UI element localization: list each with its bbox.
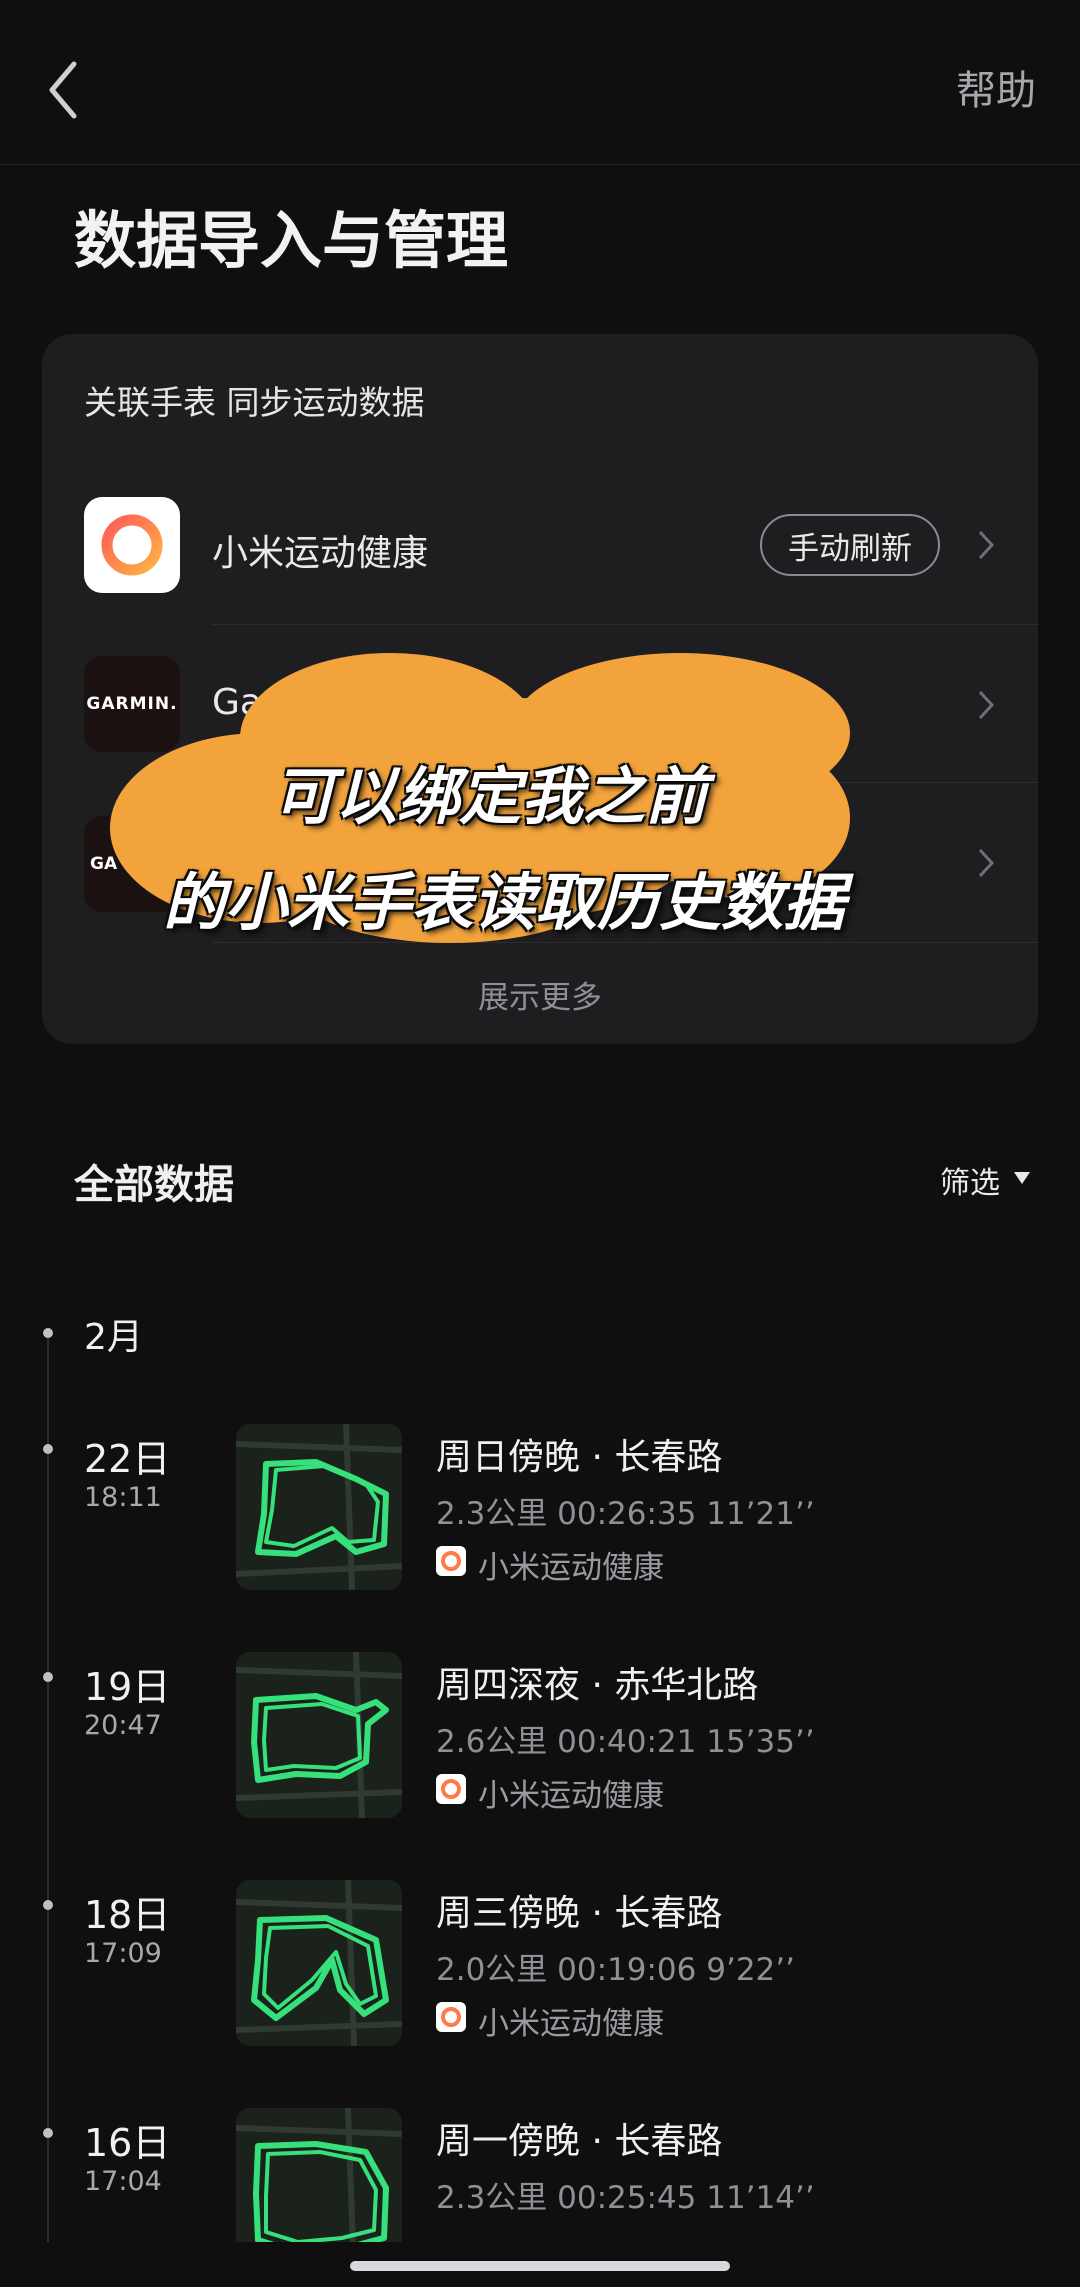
activity-title: 周一傍晚 · 长春路 — [436, 2121, 723, 2162]
activity-time: 17:09 — [84, 1938, 162, 1969]
activity-day: 18日 — [84, 1893, 171, 1937]
activity-title: 周四深夜 · 赤华北路 — [436, 1665, 759, 1706]
timeline-dot — [43, 1900, 53, 1910]
help-button[interactable]: 帮助 — [956, 58, 1036, 116]
route-map-thumbnail[interactable] — [236, 1652, 402, 1818]
xiaomi-health-icon — [436, 2002, 466, 2032]
xiaomi-health-icon — [436, 1774, 466, 1804]
activity-title: 周三傍晚 · 长春路 — [436, 1893, 723, 1934]
page-title: 数据导入与管理 — [74, 204, 509, 277]
activity-day: 22日 — [84, 1437, 171, 1481]
route-map-thumbnail[interactable] — [236, 2108, 402, 2242]
activity-day: 19日 — [84, 1665, 171, 1709]
activity-time: 17:04 — [84, 2166, 162, 2197]
filter-button[interactable]: 筛选 — [940, 1158, 1000, 1202]
show-more-link[interactable]: 展示更多 — [0, 972, 1080, 1017]
timeline-dot — [43, 1328, 53, 1338]
overlay-caption-line1: 可以绑定我之前 — [272, 760, 707, 833]
timeline-dot — [43, 1672, 53, 1682]
activity-title: 周日傍晚 · 长春路 — [436, 1437, 723, 1478]
chevron-right-icon — [978, 690, 995, 720]
top-bar — [0, 0, 1080, 165]
sync-item-label: 小米运动健康 — [212, 533, 429, 574]
xiaomi-health-icon — [84, 497, 180, 593]
xiaomi-health-icon — [436, 1546, 466, 1576]
route-map-thumbnail[interactable] — [236, 1424, 402, 1590]
sync-card-title: 关联手表 同步运动数据 — [84, 383, 425, 422]
dropdown-arrow-icon[interactable] — [1014, 1172, 1030, 1184]
timeline-line — [47, 1330, 49, 2242]
activity-stats: 2.3公里 00:26:35 11’21’’ — [436, 1496, 815, 1532]
activity-stats: 2.6公里 00:40:21 15’35’’ — [436, 1724, 815, 1760]
activity-day: 16日 — [84, 2121, 171, 2165]
activity-stats: 2.3公里 00:25:45 11’14’’ — [436, 2180, 815, 2216]
activity-source: 小米运动健康 — [478, 1778, 664, 1814]
activity-stats: 2.0公里 00:19:06 9’22’’ — [436, 1952, 795, 1988]
chevron-right-icon — [978, 530, 995, 560]
activity-time: 18:11 — [84, 1482, 162, 1513]
all-data-title: 全部数据 — [74, 1162, 234, 1208]
back-arrow-icon[interactable] — [44, 58, 84, 122]
month-label: 2月 — [84, 1317, 143, 1358]
activity-time: 20:47 — [84, 1710, 162, 1741]
divider — [212, 624, 1038, 625]
manual-refresh-button[interactable]: 手动刷新 — [760, 514, 940, 576]
activity-source: 小米运动健康 — [478, 2006, 664, 2042]
overlay-caption-line2: 的小米手表读取历史数据 — [162, 866, 845, 939]
activity-source: 小米运动健康 — [478, 1550, 664, 1586]
home-indicator[interactable] — [350, 2261, 730, 2271]
timeline-dot — [43, 1444, 53, 1454]
route-map-thumbnail[interactable] — [236, 1880, 402, 2046]
timeline-dot — [43, 2128, 53, 2138]
